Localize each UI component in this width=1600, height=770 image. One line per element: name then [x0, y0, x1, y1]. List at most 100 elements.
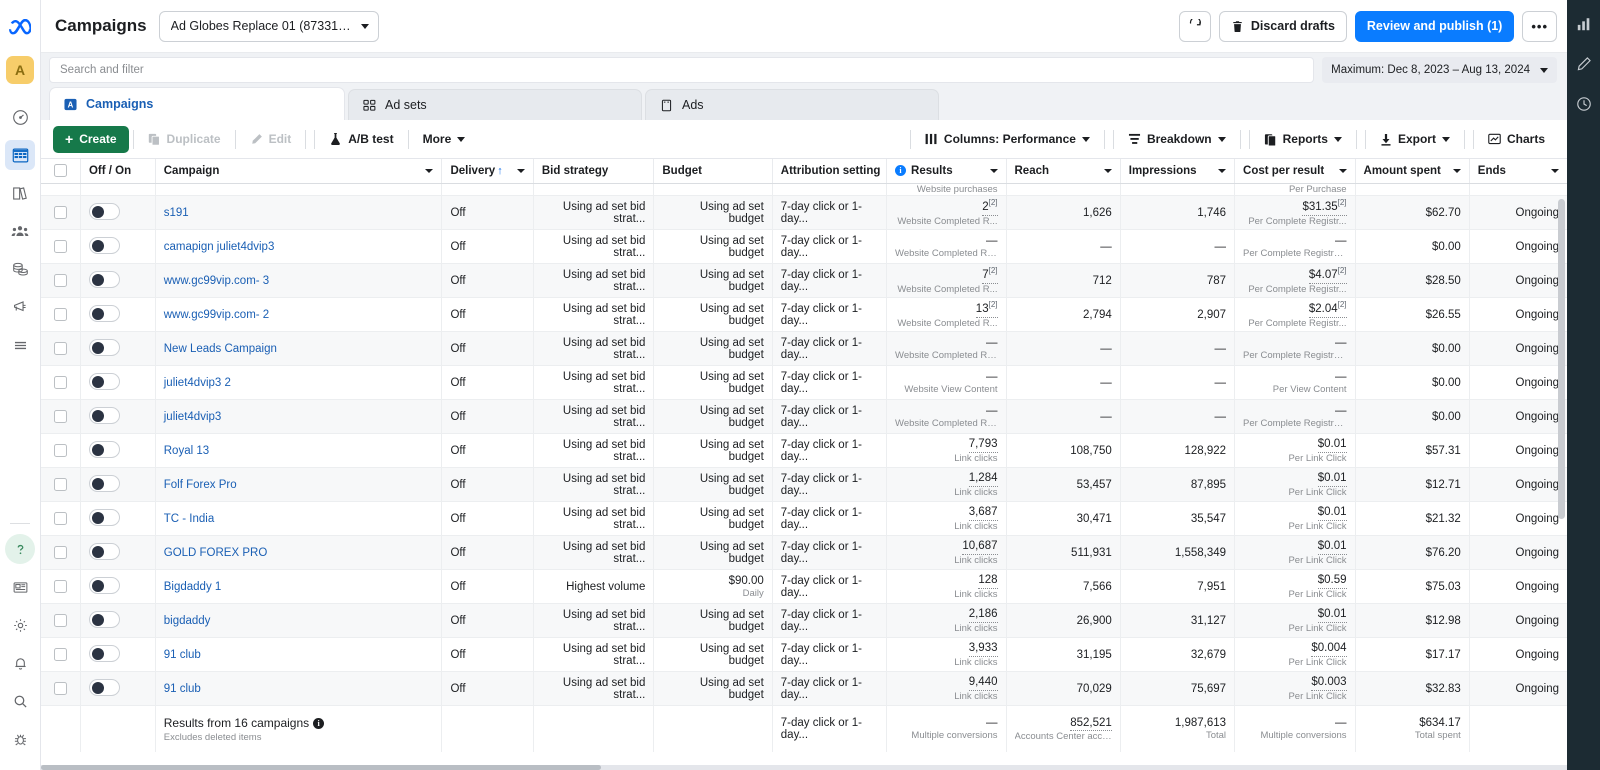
row-checkbox[interactable]: [53, 308, 67, 322]
row-checkbox-cell[interactable]: [41, 501, 81, 537]
row-checkbox-cell[interactable]: [41, 297, 81, 333]
row-checkbox[interactable]: [53, 342, 67, 356]
select-all-checkbox[interactable]: [53, 164, 67, 178]
campaign-name-link[interactable]: 91 club: [164, 683, 201, 695]
row-campaign-cell[interactable]: TC - India: [155, 501, 443, 537]
row-toggle-cell[interactable]: [80, 229, 156, 265]
table-row[interactable]: juliet4dvip3 2 Off Using ad set bid strat.…: [41, 365, 1567, 401]
row-toggle-cell[interactable]: [80, 331, 156, 367]
audiences-people-icon[interactable]: [5, 216, 35, 246]
tab-ad-sets[interactable]: Ad sets: [348, 89, 642, 120]
row-campaign-cell[interactable]: Folf Forex Pro: [155, 467, 443, 503]
table-row[interactable]: s191 Off Using ad set bid strat... Using ad…: [41, 195, 1567, 231]
campaign-status-toggle[interactable]: [88, 338, 120, 356]
scrollbar-thumb[interactable]: [1558, 199, 1565, 519]
campaign-name-link[interactable]: bigdaddy: [164, 615, 211, 627]
campaign-status-toggle[interactable]: [88, 372, 120, 390]
column-header-reach[interactable]: Reach: [1006, 159, 1121, 184]
row-checkbox[interactable]: [53, 580, 67, 594]
table-row[interactable]: GOLD FOREX PRO Off Using ad set bid strat.…: [41, 535, 1567, 571]
column-header-amount-spent[interactable]: Amount spent: [1355, 159, 1470, 184]
row-checkbox-cell[interactable]: [41, 331, 81, 367]
table-row[interactable]: bigdaddy Off Using ad set bid strat... Usin…: [41, 603, 1567, 639]
info-icon[interactable]: i: [895, 165, 907, 177]
row-toggle-cell[interactable]: [80, 603, 156, 639]
chevron-down-icon[interactable]: [1551, 168, 1559, 173]
horizontal-scrollbar-thumb[interactable]: [41, 765, 601, 770]
breakdown-button[interactable]: Breakdown: [1118, 126, 1236, 152]
settings-gear-icon[interactable]: [5, 610, 35, 640]
row-checkbox-cell[interactable]: [41, 637, 81, 673]
analytics-bars-icon[interactable]: [1572, 12, 1596, 36]
table-row[interactable]: Royal 13 Off Using ad set bid strat... Usin…: [41, 433, 1567, 469]
charts-button[interactable]: Charts: [1478, 126, 1555, 152]
campaigns-grid-icon[interactable]: [5, 140, 35, 170]
row-checkbox[interactable]: [53, 274, 67, 288]
table-row[interactable]: juliet4dvip3 Off Using ad set bid strat...…: [41, 399, 1567, 435]
row-toggle-cell[interactable]: [80, 535, 156, 571]
reports-button[interactable]: Reports: [1254, 126, 1352, 152]
history-clock-icon[interactable]: [1572, 92, 1596, 116]
row-checkbox[interactable]: [53, 206, 67, 220]
chevron-down-icon[interactable]: [1452, 168, 1461, 173]
chevron-down-icon[interactable]: [989, 168, 998, 173]
row-campaign-cell[interactable]: juliet4dvip3 2: [155, 365, 443, 401]
tab-ads[interactable]: Ads: [645, 89, 939, 120]
more-menu-button[interactable]: More: [413, 126, 476, 152]
debug-bug-icon[interactable]: [5, 724, 35, 754]
column-header-ends[interactable]: Ends: [1469, 159, 1567, 184]
row-toggle-cell[interactable]: [80, 569, 156, 605]
column-header-impressions[interactable]: Impressions: [1120, 159, 1236, 184]
create-button[interactable]: + Create: [53, 125, 129, 153]
row-checkbox-cell[interactable]: [41, 263, 81, 299]
chevron-down-icon[interactable]: [1103, 168, 1112, 173]
more-options-button[interactable]: •••: [1522, 10, 1557, 42]
table-row[interactable]: TC - India Off Using ad set bid strat... Us…: [41, 501, 1567, 537]
row-checkbox[interactable]: [53, 614, 67, 628]
campaign-name-link[interactable]: camapign juliet4dvip3: [164, 241, 275, 253]
account-avatar[interactable]: A: [6, 56, 34, 84]
row-checkbox-cell[interactable]: [41, 671, 81, 707]
row-checkbox[interactable]: [53, 478, 67, 492]
campaign-name-link[interactable]: www.gc99vip.com- 2: [164, 309, 269, 321]
meta-logo-icon[interactable]: [5, 12, 35, 42]
campaign-status-toggle[interactable]: [88, 202, 120, 220]
horizontal-scrollbar[interactable]: [41, 765, 1567, 770]
row-checkbox[interactable]: [53, 240, 67, 254]
row-toggle-cell[interactable]: [80, 263, 156, 299]
row-toggle-cell[interactable]: [80, 501, 156, 537]
row-campaign-cell[interactable]: Bigdaddy 1: [155, 569, 443, 605]
ads-megaphone-icon[interactable]: [5, 292, 35, 322]
tab-campaigns[interactable]: A Campaigns: [49, 87, 345, 120]
row-campaign-cell[interactable]: New Leads Campaign: [155, 331, 443, 367]
table-row[interactable]: 91 club Off Using ad set bid strat... Using…: [41, 637, 1567, 673]
campaign-status-toggle[interactable]: [88, 644, 120, 662]
campaign-name-link[interactable]: TC - India: [164, 513, 215, 525]
row-campaign-cell[interactable]: www.gc99vip.com- 3: [155, 263, 443, 299]
row-campaign-cell[interactable]: 91 club: [155, 637, 443, 673]
edit-pencil-icon[interactable]: [1572, 52, 1596, 76]
row-campaign-cell[interactable]: 91 club: [155, 671, 443, 707]
campaign-status-toggle[interactable]: [88, 236, 120, 254]
search-input[interactable]: [49, 57, 1315, 83]
row-toggle-cell[interactable]: [80, 467, 156, 503]
row-toggle-cell[interactable]: [80, 433, 156, 469]
row-toggle-cell[interactable]: [80, 637, 156, 673]
row-campaign-cell[interactable]: juliet4dvip3: [155, 399, 443, 435]
campaign-name-link[interactable]: New Leads Campaign: [164, 343, 277, 355]
row-toggle-cell[interactable]: [80, 671, 156, 707]
row-checkbox-cell[interactable]: [41, 195, 81, 231]
table-row[interactable]: Bigdaddy 1 Off Highest volume $90.00 Daily 7-…: [41, 569, 1567, 605]
edit-button[interactable]: Edit: [240, 126, 302, 152]
table-row[interactable]: New Leads Campaign Off Using ad set bid st…: [41, 331, 1567, 367]
chevron-down-icon[interactable]: [1218, 168, 1227, 173]
campaign-name-link[interactable]: Folf Forex Pro: [164, 479, 237, 491]
row-checkbox[interactable]: [53, 648, 67, 662]
row-checkbox[interactable]: [53, 376, 67, 390]
campaign-status-toggle[interactable]: [88, 678, 120, 696]
row-checkbox[interactable]: [53, 682, 67, 696]
chevron-down-icon[interactable]: [1338, 168, 1347, 173]
export-button[interactable]: Export: [1370, 126, 1460, 152]
campaign-status-toggle[interactable]: [88, 542, 120, 560]
refresh-button[interactable]: [1178, 10, 1211, 42]
